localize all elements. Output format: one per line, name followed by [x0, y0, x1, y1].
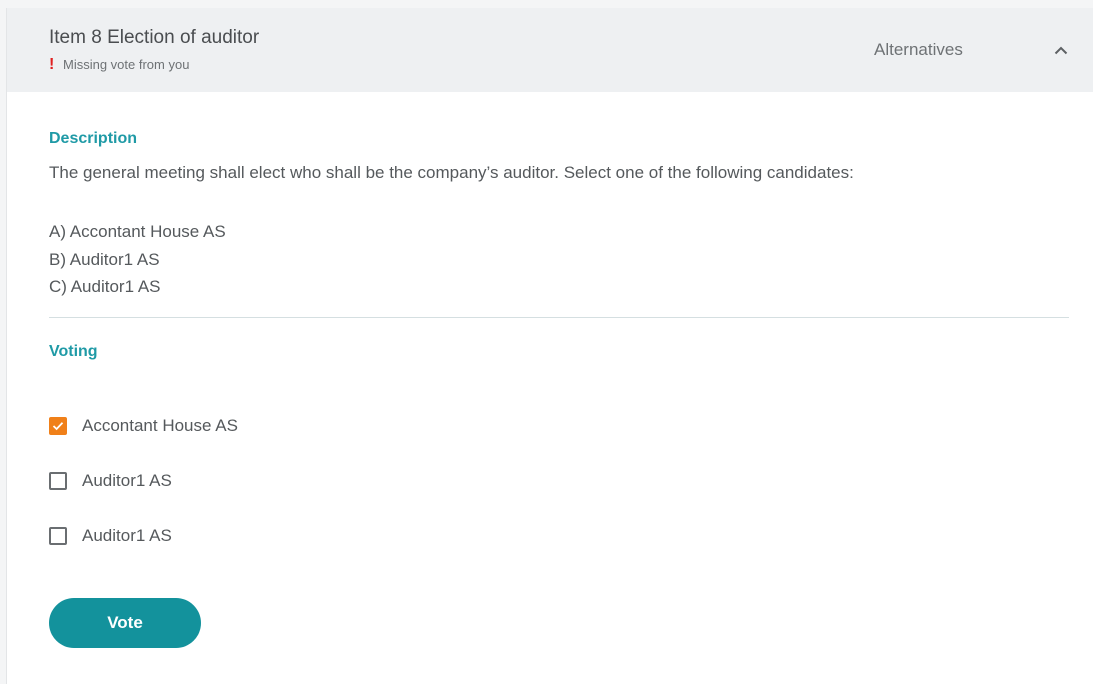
- agenda-item-card: Item 8 Election of auditor ! Missing vot…: [6, 8, 1093, 684]
- exclamation-icon: !: [49, 55, 55, 73]
- agenda-item-header[interactable]: Item 8 Election of auditor ! Missing vot…: [7, 8, 1093, 92]
- voting-heading: Voting: [49, 343, 98, 360]
- vote-option-label: Auditor1 AS: [82, 526, 172, 545]
- checkbox-checked[interactable]: [49, 417, 67, 435]
- description-text: The general meeting shall elect who shal…: [49, 163, 854, 182]
- description-heading: Description: [49, 130, 138, 147]
- candidate-list: A) Accontant House AS B) Auditor1 AS C) …: [49, 218, 226, 301]
- candidate-item: C) Auditor1 AS: [49, 277, 161, 296]
- collapse-button[interactable]: [1047, 38, 1075, 62]
- checkbox-unchecked[interactable]: [49, 527, 67, 545]
- vote-option[interactable]: Auditor1 AS: [49, 471, 172, 491]
- missing-vote-notice: ! Missing vote from you: [49, 55, 190, 73]
- alternatives-label: Alternatives: [874, 40, 963, 59]
- candidate-item: B) Auditor1 AS: [49, 249, 160, 269]
- checkbox-unchecked[interactable]: [49, 472, 67, 490]
- vote-option[interactable]: Accontant House AS: [49, 416, 238, 436]
- section-divider: [49, 317, 1069, 318]
- vote-option-label: Auditor1 AS: [82, 471, 172, 490]
- item-title: Item 8 Election of auditor: [49, 27, 260, 48]
- vote-option-label: Accontant House AS: [82, 416, 238, 435]
- chevron-up-icon: [1054, 46, 1068, 54]
- missing-vote-text: Missing vote from you: [63, 57, 190, 72]
- candidate-item: A) Accontant House AS: [49, 222, 226, 241]
- vote-option[interactable]: Auditor1 AS: [49, 526, 172, 546]
- vote-button[interactable]: Vote: [49, 598, 201, 648]
- checkmark-icon: [52, 422, 64, 431]
